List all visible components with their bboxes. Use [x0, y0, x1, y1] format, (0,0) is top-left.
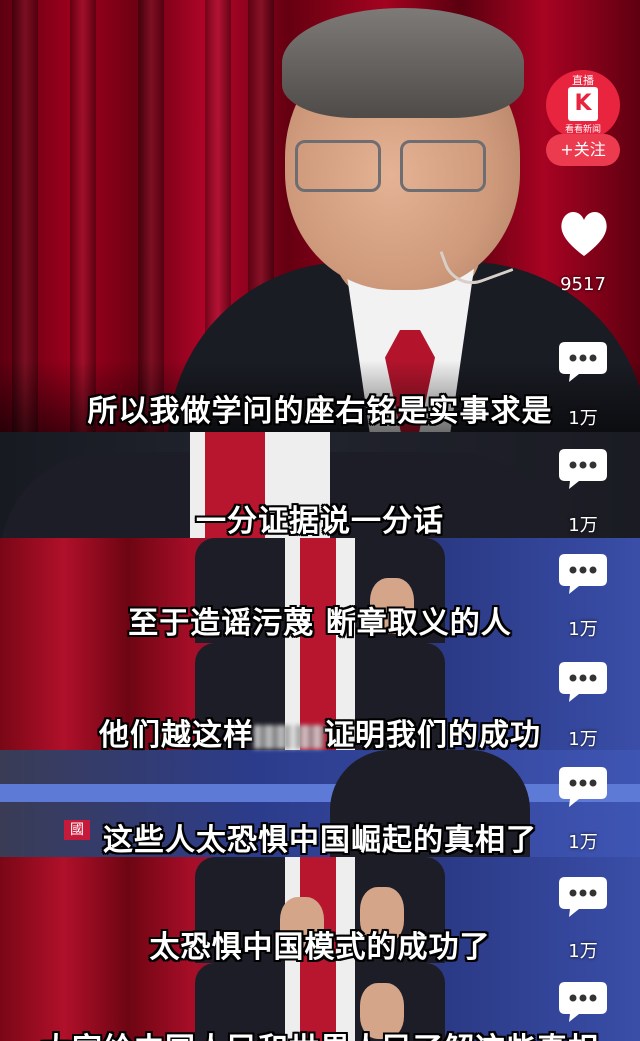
live-label: 直播	[572, 74, 594, 87]
comment-count: 1万	[568, 408, 598, 429]
subtitle-part: 他们越这样	[99, 718, 254, 753]
video-frame-speaker	[0, 0, 640, 432]
heart-icon[interactable]	[557, 208, 611, 260]
subtitle-part: 证明我们的成功	[324, 718, 541, 753]
glasses-right	[400, 140, 486, 192]
comment-icon[interactable]	[557, 445, 609, 491]
comment-icon[interactable]	[557, 873, 609, 919]
comment-count: 1万	[568, 619, 598, 640]
channel-logo: K	[568, 87, 598, 121]
comment-count: 1万	[568, 832, 598, 853]
comment-count: 1万	[568, 729, 598, 750]
blurred-text	[254, 724, 324, 749]
stage-band	[0, 784, 640, 802]
comment-count: 1万	[568, 941, 598, 962]
comment-icon[interactable]	[557, 658, 609, 704]
account-avatar[interactable]: 直播 K 看看新闻	[546, 70, 620, 140]
video-screen[interactable]: 國 所以我做学问的座右铭是实事求是 一分证据说一分话 至于造谣污蔑 断章取义的人…	[0, 0, 640, 1041]
comment-icon[interactable]	[557, 763, 609, 809]
glasses-left	[295, 140, 381, 192]
like-count: 9517	[560, 274, 606, 295]
comment-icon[interactable]	[557, 978, 609, 1024]
comment-count: 1万	[568, 515, 598, 536]
comment-icon[interactable]	[557, 338, 609, 384]
follow-button[interactable]: +关注	[546, 134, 620, 166]
subtitle-line: 大家给中国人民和世界人民了解这些真相	[0, 1024, 640, 1041]
comment-icon[interactable]	[557, 550, 609, 596]
speaker-hair	[282, 8, 524, 118]
